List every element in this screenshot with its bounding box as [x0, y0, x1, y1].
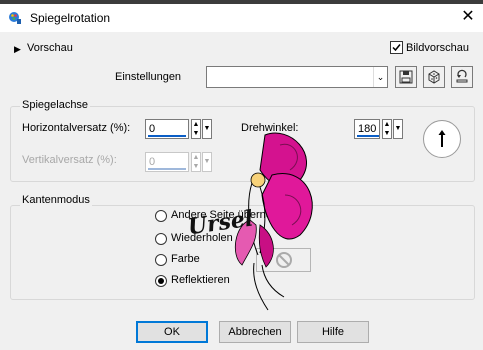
settings-label: Einstellungen — [115, 71, 182, 83]
angle-dial[interactable] — [423, 120, 461, 158]
reset-arrow-icon — [456, 69, 468, 83]
horizontal-offset-value: 0 — [149, 123, 156, 135]
floppy-disk-icon — [399, 70, 413, 84]
expand-arrow-icon[interactable]: ▶ — [14, 44, 21, 55]
help-button[interactable]: Hilfe — [297, 321, 369, 343]
arrow-up-icon — [438, 130, 446, 147]
close-button[interactable]: ✕ — [458, 7, 478, 27]
spin-up-icon[interactable]: ▲ — [383, 120, 391, 129]
chevron-down-icon[interactable]: ⌄ — [373, 67, 387, 87]
checkmark-icon — [392, 44, 401, 52]
reset-button[interactable] — [451, 66, 473, 88]
rotation-angle-input[interactable]: 180 — [354, 119, 380, 139]
bildvorschau-label[interactable]: Bildvorschau — [406, 42, 469, 54]
rotation-angle-value: 180 — [358, 123, 377, 135]
title-bar: Spiegelrotation ✕ — [0, 4, 483, 32]
fairy-watermark-image: Ursel — [186, 132, 313, 311]
vertical-offset-label: Vertikalversatz (%): — [22, 154, 117, 166]
window-title: Spiegelrotation — [30, 11, 111, 25]
cancel-button[interactable]: Abbrechen — [219, 321, 291, 343]
horizontal-offset-label: Horizontalversatz (%): — [22, 122, 131, 134]
rotation-angle-slider-bar[interactable] — [357, 135, 379, 137]
spin-down-icon[interactable]: ▼ — [383, 129, 391, 138]
radio-andere-seite[interactable] — [155, 210, 167, 222]
spiegelachse-label: Spiegelachse — [20, 99, 91, 111]
ok-button[interactable]: OK — [136, 321, 208, 343]
bildvorschau-checkbox[interactable] — [390, 41, 403, 54]
random-button[interactable] — [423, 66, 445, 88]
rotation-angle-dropdown[interactable]: ▼ — [393, 119, 403, 139]
rotation-angle-spinner[interactable]: ▲ ▼ — [382, 119, 392, 139]
preview-label[interactable]: Vorschau — [27, 42, 73, 54]
vertical-offset-value: 0 — [149, 156, 156, 168]
kantenmodus-label: Kantenmodus — [20, 194, 92, 206]
save-preset-button[interactable] — [395, 66, 417, 88]
dice-icon — [428, 70, 440, 84]
radio-reflektieren[interactable] — [155, 275, 167, 287]
radio-farbe[interactable] — [155, 254, 167, 266]
paintshop-app-icon — [9, 12, 21, 24]
settings-dropdown[interactable]: ⌄ — [206, 66, 388, 88]
radio-wiederholen[interactable] — [155, 233, 167, 245]
